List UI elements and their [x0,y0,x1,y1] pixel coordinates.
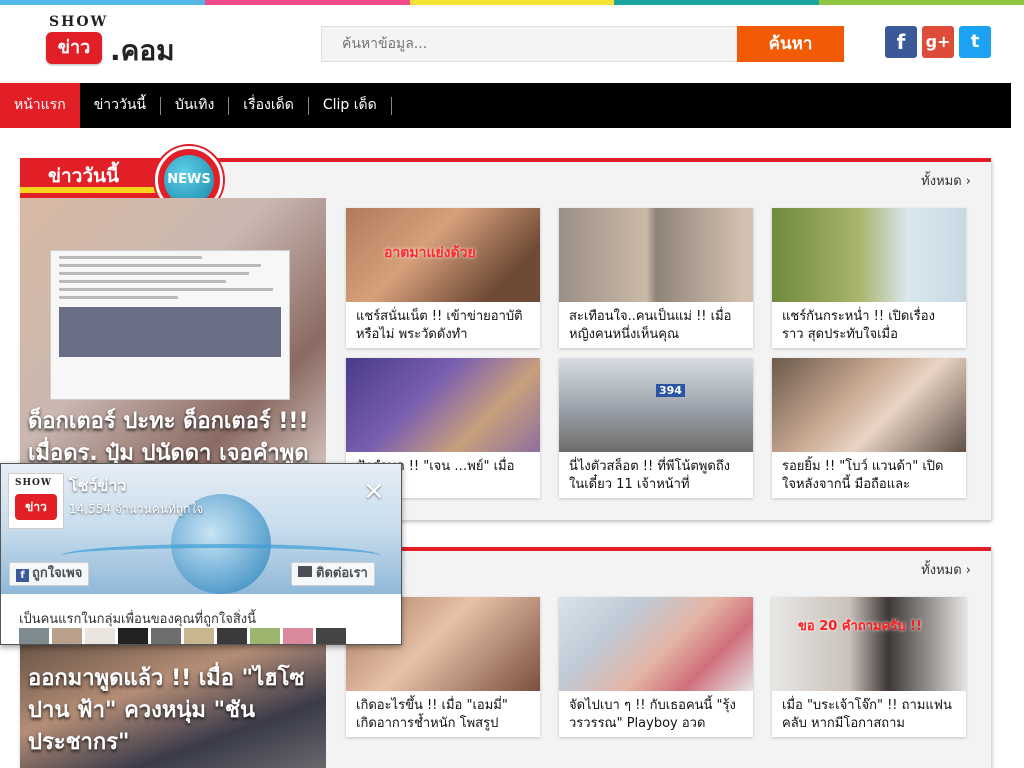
facebook-icon[interactable]: f [885,26,917,58]
chevron-right-icon: › [965,174,971,189]
section-yellow-bar [20,187,170,193]
friend-avatar[interactable] [316,628,346,644]
contact-us-label: ติดต่อเรา [316,566,368,581]
friend-avatar[interactable] [250,628,280,644]
chevron-right-icon: › [965,563,971,578]
twitter-icon[interactable]: t [959,26,991,58]
fb-friends-text: เป็นคนแรกในกลุ่มเพื่อนของคุณที่ถูกใจสิ่ง… [19,612,256,627]
nav-item-home[interactable]: หน้าแรก [0,83,80,128]
friend-avatar[interactable] [118,628,148,644]
fb-page-avatar[interactable]: SHOW ข่าว [8,473,64,529]
news-card[interactable]: อาตมาแย่งด้วย แชร์สนั่นเน็ต !! เข้าข่ายอ… [346,208,540,348]
avatar-show-text: SHOW [15,478,52,488]
top-color-strip [0,0,1024,5]
close-icon[interactable]: × [363,478,385,504]
see-all-link[interactable]: ทั้งหมด › [921,559,971,580]
card-image: 394 [559,358,753,452]
featured-article[interactable]: ออกมาพูดแล้ว !! เมื่อ "ไฮโซปาน ฟ้า" ควงห… [20,630,326,768]
nav-item-clips[interactable]: Clip เด็ด [309,83,391,128]
card-image-caption: ขอ 20 คำถามครับ !! [798,619,922,634]
news-card[interactable]: รอยยิ้ม !! "โบว์ แวนด้า" เปิดใจหลังจากนี… [772,358,966,498]
site-logo[interactable]: SHOW ข่าว .คอม [46,14,196,70]
message-icon [298,566,312,577]
card-title: เกิดอะไรขึ้น !! เมื่อ "เอมมี่" เกิดอาการ… [356,698,508,731]
card-image-caption: อาตมาแย่งด้วย [384,245,476,261]
see-all-label: ทั้งหมด [921,174,962,189]
nav-divider [390,96,392,115]
color-segment [819,0,1024,5]
news-card[interactable]: สะเทือนใจ..คนเป็นแม่ !! เมื่อหญิงคนหนึ่ง… [559,208,753,348]
friend-avatar[interactable] [184,628,214,644]
fb-like-count: 14,554 จำนวนคนที่ถูกใจ [69,502,204,516]
like-page-label: ถูกใจเพจ [32,566,83,581]
google-plus-icon[interactable]: g+ [922,26,954,58]
search-button[interactable]: ค้นหา [737,26,844,62]
card-title: จัดไปเบา ๆ !! กับเธอคนนี้ "รุ้ง วรวรรณ" … [569,698,736,731]
featured-article-title: ออกมาพูดแล้ว !! เมื่อ "ไฮโซปาน ฟ้า" ควงห… [28,666,305,755]
card-title: สะเทือนใจ..คนเป็นแม่ !! เมื่อหญิงคนหนึ่ง… [569,309,732,342]
feature-image [50,250,290,400]
facebook-page-popup: SHOW ข่าว โชว์ข่าว 14,554 จำนวนคนที่ถูกใ… [0,463,402,645]
card-title: นี่ไงตัวสล็อต !! ที่พีโน้ตพูดถึงในเดี๋ยว… [569,459,731,492]
friend-avatar[interactable] [19,628,49,644]
logo-dotcom-text: .คอม [110,34,175,67]
card-image: ขอ 20 คำถามครับ !! [772,597,966,691]
news-card[interactable]: แชร์กันกระหน่ำ !! เปิดเรื่องราว สุดประทั… [772,208,966,348]
nav-item-highlights[interactable]: เรื่องเด็ด [229,83,308,128]
color-segment [614,0,820,5]
search-input[interactable] [321,26,738,62]
news-card[interactable]: 394 นี่ไงตัวสล็อต !! ที่พีโน้ตพูดถึงในเด… [559,358,753,498]
contact-us-button[interactable]: ติดต่อเรา [291,562,375,586]
see-all-label: ทั้งหมด [921,563,962,578]
friend-avatar[interactable] [217,628,247,644]
logo-khao-box: ข่าว [46,32,102,64]
news-card[interactable]: ขอ 20 คำถามครับ !! เมื่อ "บระเจ้าโจ๊ก" !… [772,597,966,737]
nav-item-today-news[interactable]: ข่าววันนี้ [80,83,160,128]
card-image: อาตมาแย่งด้วย [346,208,540,302]
friend-avatar[interactable] [283,628,313,644]
friend-avatar[interactable] [85,628,115,644]
nav-item-entertainment[interactable]: บันเทิง [161,83,228,128]
card-image-caption: 394 [656,384,685,397]
card-title: แชร์สนั่นเน็ต !! เข้าข่ายอาบัติหรือไม่ พ… [356,309,523,342]
color-segment [204,0,410,5]
card-title: แชร์กันกระหน่ำ !! เปิดเรื่องราว สุดประทั… [782,309,935,342]
see-all-link[interactable]: ทั้งหมด › [921,170,971,191]
friend-avatar[interactable] [151,628,181,644]
card-image [559,597,753,691]
color-segment [409,0,615,5]
main-nav: หน้าแรก ข่าววันนี้ บันเทิง เรื่องเด็ด Cl… [0,83,1011,128]
logo-show-text: SHOW [49,14,109,30]
color-segment [0,0,205,5]
fb-page-name[interactable]: โชว์ข่าว [69,474,126,499]
fb-friend-faces [19,628,346,644]
avatar-khao-box: ข่าว [15,494,57,520]
friend-avatar[interactable] [52,628,82,644]
card-image [559,208,753,302]
card-title: เมื่อ "บระเจ้าโจ๊ก" !! ถามแฟนคลับ หากมีโ… [782,698,952,731]
like-page-button[interactable]: f ถูกใจเพจ [9,562,90,586]
news-card[interactable]: จัดไปเบา ๆ !! กับเธอคนนี้ "รุ้ง วรวรรณ" … [559,597,753,737]
facebook-icon: f [16,569,29,582]
card-title: รอยยิ้ม !! "โบว์ แวนด้า" เปิดใจหลังจากนี… [782,459,944,492]
card-image [772,358,966,452]
card-image [346,358,540,452]
card-image [772,208,966,302]
